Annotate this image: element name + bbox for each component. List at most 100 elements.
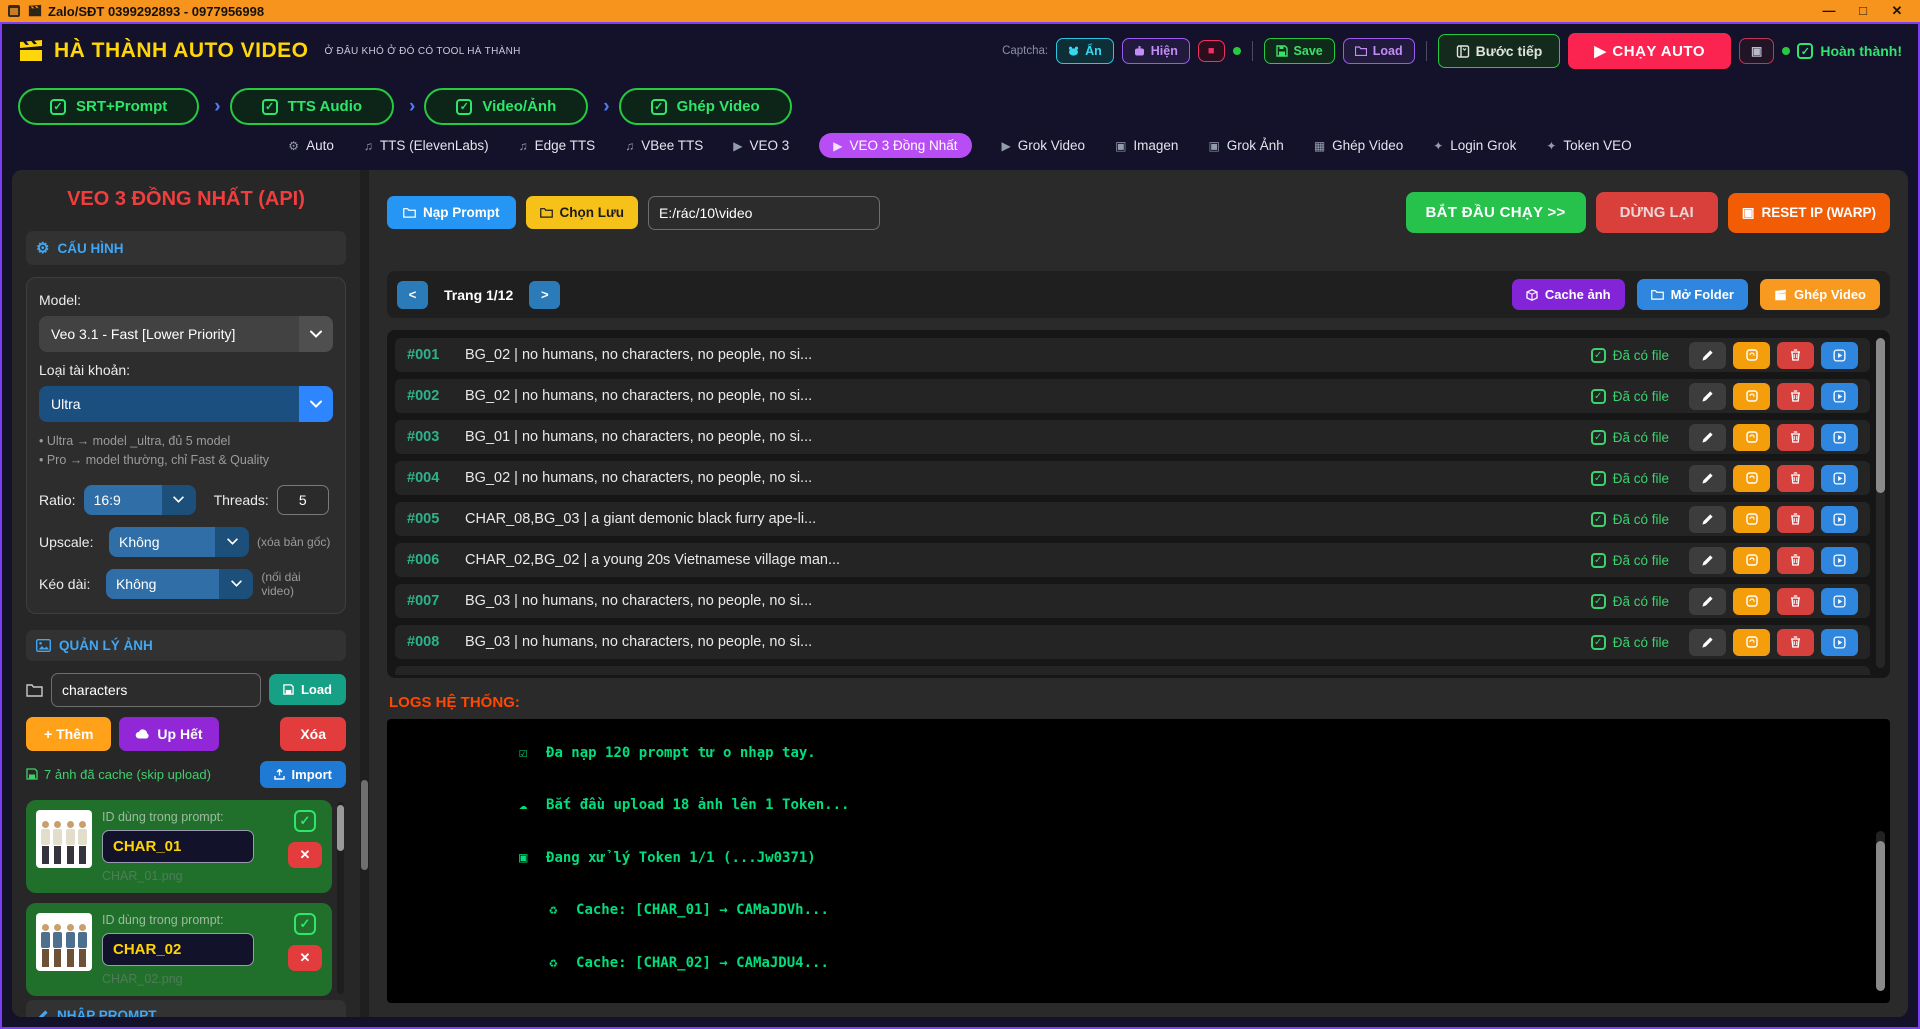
- maximize-button[interactable]: □: [1846, 3, 1880, 19]
- account-type-select[interactable]: Ultra: [39, 386, 333, 422]
- close-button[interactable]: ✕: [1880, 3, 1914, 19]
- edit-button[interactable]: [1689, 424, 1726, 451]
- save-path-input[interactable]: [648, 196, 880, 230]
- tab-item[interactable]: ▣ Grok Ảnh: [1208, 138, 1283, 153]
- edit-button[interactable]: [1689, 383, 1726, 410]
- delete-row-button[interactable]: [1777, 547, 1814, 574]
- edit-button[interactable]: [1689, 506, 1726, 533]
- model-select[interactable]: Veo 3.1 - Fast [Lower Priority]: [39, 316, 333, 352]
- check-icon: ✓: [1591, 430, 1606, 445]
- captcha-stop-button[interactable]: ■: [1198, 40, 1225, 62]
- regenerate-image-button[interactable]: [1733, 588, 1770, 615]
- ratio-select[interactable]: 16:9: [84, 485, 196, 515]
- load-prompt-button[interactable]: Nạp Prompt: [387, 196, 516, 229]
- save-icon: [283, 684, 294, 695]
- play-video-button[interactable]: [1821, 383, 1858, 410]
- character-id-input[interactable]: [102, 830, 254, 863]
- open-folder-button[interactable]: Mở Folder: [1637, 279, 1748, 310]
- delete-row-button[interactable]: [1777, 342, 1814, 369]
- tab-item[interactable]: ✦ Login Grok: [1433, 138, 1516, 153]
- character-checkbox[interactable]: ✓: [294, 913, 316, 935]
- regenerate-image-button[interactable]: [1733, 629, 1770, 656]
- load-images-button[interactable]: Load: [269, 674, 346, 705]
- edit-button[interactable]: [1689, 465, 1726, 492]
- threads-input[interactable]: [277, 485, 329, 515]
- edit-button[interactable]: [1689, 342, 1726, 369]
- tab-item[interactable]: ♫ VBee TTS: [625, 138, 703, 153]
- play-video-button[interactable]: [1821, 588, 1858, 615]
- log-icon: ♻: [549, 955, 576, 973]
- next-page-button[interactable]: >: [529, 281, 560, 309]
- row-number: #006: [407, 552, 453, 568]
- delete-row-button[interactable]: [1777, 588, 1814, 615]
- captcha-label: Captcha:: [1002, 45, 1048, 57]
- regenerate-image-button[interactable]: [1733, 424, 1770, 451]
- tab-item[interactable]: ⚙ Auto: [288, 138, 334, 153]
- delete-row-button[interactable]: [1777, 629, 1814, 656]
- workflow-step-button[interactable]: ✓ TTS Audio: [230, 88, 394, 125]
- play-video-button[interactable]: [1821, 342, 1858, 369]
- merge-video-button[interactable]: Ghép Video: [1760, 279, 1880, 310]
- captcha-hide-button[interactable]: Ẩn: [1056, 38, 1114, 64]
- panel-toggle-button[interactable]: ▣: [1739, 38, 1774, 64]
- minimize-button[interactable]: —: [1812, 3, 1846, 19]
- delete-row-button[interactable]: [1777, 383, 1814, 410]
- cache-images-button[interactable]: Cache ảnh: [1512, 279, 1625, 310]
- character-checkbox[interactable]: ✓: [294, 810, 316, 832]
- regenerate-image-button[interactable]: [1733, 506, 1770, 533]
- reset-ip-button[interactable]: ▣ RESET IP (WARP): [1728, 193, 1890, 233]
- box-icon: [1526, 289, 1538, 301]
- delete-row-button[interactable]: [1777, 465, 1814, 492]
- tab-item[interactable]: ▣ Imagen: [1115, 138, 1178, 153]
- tab-item[interactable]: ▶ VEO 3: [733, 138, 789, 153]
- edit-button[interactable]: [1689, 588, 1726, 615]
- tab-item[interactable]: ▶ Grok Video: [1002, 138, 1086, 153]
- terminal-scrollbar[interactable]: [1876, 831, 1885, 991]
- tab-item[interactable]: ♫ TTS (ElevenLabs): [364, 138, 489, 153]
- upscale-select[interactable]: Không: [109, 527, 249, 557]
- remove-character-button[interactable]: ✕: [288, 842, 322, 868]
- regenerate-image-button[interactable]: [1733, 342, 1770, 369]
- tab-item[interactable]: ✦ Token VEO: [1546, 138, 1631, 153]
- load-button[interactable]: Load: [1343, 38, 1415, 64]
- table-scrollbar[interactable]: [1876, 338, 1885, 668]
- delete-images-button[interactable]: Xóa: [280, 717, 346, 751]
- regenerate-image-button[interactable]: [1733, 465, 1770, 492]
- workflow-step-button[interactable]: ✓ SRT+Prompt: [18, 88, 199, 125]
- image-folder-input[interactable]: [51, 673, 261, 707]
- edit-button[interactable]: [1689, 547, 1726, 574]
- play-video-button[interactable]: [1821, 506, 1858, 533]
- tab-item[interactable]: ▦ Ghép Video: [1314, 138, 1403, 153]
- captcha-show-button[interactable]: Hiện: [1122, 38, 1190, 64]
- add-image-button[interactable]: + Thêm: [26, 717, 111, 751]
- tab-item[interactable]: ♫ Edge TTS: [519, 138, 596, 153]
- log-icon: ▣: [519, 850, 546, 868]
- delete-row-button[interactable]: [1777, 506, 1814, 533]
- play-video-button[interactable]: [1821, 424, 1858, 451]
- stop-button[interactable]: DỪNG LẠI: [1596, 192, 1718, 233]
- clapperboard-logo-icon: [18, 39, 44, 63]
- import-button[interactable]: Import: [260, 761, 346, 788]
- regenerate-image-button[interactable]: [1733, 383, 1770, 410]
- edit-button[interactable]: [1689, 629, 1726, 656]
- sidebar-scrollbar[interactable]: [360, 170, 369, 1017]
- workflow-step-button[interactable]: ✓ Ghép Video: [619, 88, 792, 125]
- play-video-button[interactable]: [1821, 629, 1858, 656]
- play-video-button[interactable]: [1821, 547, 1858, 574]
- character-id-input[interactable]: [102, 933, 254, 966]
- save-button[interactable]: Save: [1264, 38, 1335, 64]
- extend-select[interactable]: Không: [106, 569, 253, 599]
- upload-all-button[interactable]: Up Hết: [119, 717, 218, 751]
- prev-page-button[interactable]: <: [397, 281, 428, 309]
- delete-row-button[interactable]: [1777, 424, 1814, 451]
- remove-character-button[interactable]: ✕: [288, 945, 322, 971]
- next-step-button[interactable]: Bước tiếp: [1438, 34, 1561, 68]
- run-auto-button[interactable]: ▶ CHẠY AUTO: [1568, 33, 1731, 69]
- play-video-button[interactable]: [1821, 465, 1858, 492]
- tab-item[interactable]: ▶ VEO 3 Đồng Nhất: [819, 133, 971, 158]
- start-run-button[interactable]: BẮT ĐẦU CHẠY >>: [1406, 192, 1586, 233]
- choose-save-button[interactable]: Chọn Lưu: [526, 196, 639, 229]
- character-list-scrollbar[interactable]: [337, 802, 344, 994]
- workflow-step-button[interactable]: ✓ Video/Ảnh: [424, 88, 588, 125]
- regenerate-image-button[interactable]: [1733, 547, 1770, 574]
